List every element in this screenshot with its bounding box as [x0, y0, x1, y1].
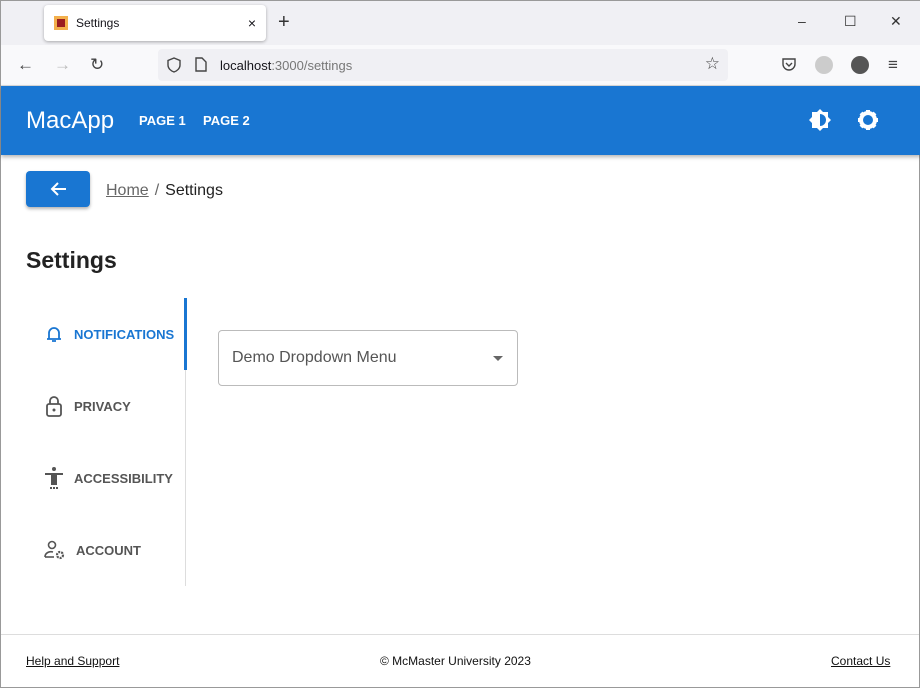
new-tab-button[interactable]: +: [278, 11, 290, 34]
settings-gear-icon[interactable]: [856, 108, 880, 132]
arrow-left-icon: [50, 182, 66, 196]
account-settings-icon: [44, 540, 65, 560]
breadcrumb: Home / Settings: [106, 182, 223, 200]
caret-down-icon: [493, 356, 503, 366]
breadcrumb-separator: /: [154, 182, 160, 199]
dropdown-label: Demo Dropdown Menu: [232, 349, 397, 366]
shield-icon: [167, 57, 181, 73]
sidebar-item-notifications[interactable]: NOTIFICATIONS: [26, 298, 187, 370]
close-window-button[interactable]: ✕: [890, 13, 902, 30]
accessibility-icon: [45, 467, 63, 489]
bell-icon: [47, 327, 61, 342]
page-icon: [195, 57, 207, 72]
browser-tab-bar: Settings × + – ☐ ✕: [1, 1, 920, 45]
lock-icon: [46, 396, 62, 417]
help-support-link[interactable]: Help and Support: [26, 654, 119, 668]
url-path: :3000/settings: [271, 57, 353, 73]
nav-page-2[interactable]: PAGE 2: [203, 113, 250, 128]
browser-tab[interactable]: Settings ×: [44, 5, 266, 41]
extension-w-icon[interactable]: [851, 56, 869, 74]
breadcrumb-home[interactable]: Home: [106, 182, 149, 199]
sidebar-item-privacy[interactable]: PRIVACY: [26, 370, 185, 442]
sidebar-item-label: ACCESSIBILITY: [74, 470, 173, 486]
minimize-button[interactable]: –: [798, 13, 806, 29]
contact-us-link[interactable]: Contact Us: [831, 654, 890, 668]
footer: Help and Support © McMaster University 2…: [1, 634, 919, 688]
forward-arrow-icon[interactable]: →: [54, 55, 71, 75]
sidebar-item-label: ACCOUNT: [76, 542, 141, 558]
address-bar[interactable]: localhost:3000/settings ☆: [158, 49, 728, 81]
pocket-icon[interactable]: [781, 57, 797, 73]
menu-icon[interactable]: ≡: [888, 55, 898, 75]
sidebar-item-accessibility[interactable]: ACCESSIBILITY: [26, 442, 185, 514]
sidebar-item-label: PRIVACY: [74, 398, 131, 414]
favicon-icon: [54, 16, 68, 30]
back-arrow-icon[interactable]: ←: [17, 55, 34, 75]
sidebar-item-label: NOTIFICATIONS: [74, 326, 175, 342]
app-bar: MacApp PAGE 1 PAGE 2: [1, 86, 920, 155]
brightness-toggle-icon[interactable]: [808, 108, 832, 132]
browser-toolbar: ← → ↻ localhost:3000/settings ☆ ≡: [1, 45, 920, 86]
tab-close-icon[interactable]: ×: [248, 15, 256, 31]
breadcrumb-current: Settings: [165, 182, 223, 199]
app-brand[interactable]: MacApp: [26, 107, 114, 135]
settings-sidebar: NOTIFICATIONS PRIVACY ACCESSIBILITY ACCO…: [26, 298, 187, 586]
page-title: Settings: [26, 247, 117, 273]
maximize-button[interactable]: ☐: [844, 13, 857, 30]
reload-icon[interactable]: ↻: [90, 55, 104, 75]
back-button[interactable]: [26, 171, 90, 207]
bookmark-star-icon[interactable]: ☆: [705, 54, 720, 74]
sidebar-item-account[interactable]: ACCOUNT: [26, 514, 185, 586]
copyright-text: © McMaster University 2023: [380, 654, 531, 668]
url-host: localhost: [220, 57, 272, 73]
nav-page-1[interactable]: PAGE 1: [139, 113, 186, 128]
extension-icon[interactable]: [815, 56, 833, 74]
tab-title: Settings: [76, 16, 120, 30]
demo-dropdown-select[interactable]: Demo Dropdown Menu: [218, 330, 518, 386]
